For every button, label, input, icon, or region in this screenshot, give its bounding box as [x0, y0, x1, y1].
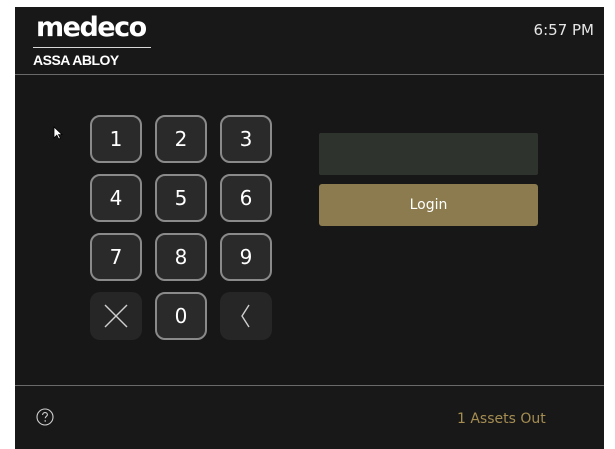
pin-keypad: 1 2 3 4 5 6 7 8 9 0: [90, 115, 280, 345]
medeco-logo: medeco ASSA ABLOY: [33, 11, 163, 71]
mouse-pointer-icon: [53, 126, 63, 140]
key-5[interactable]: 5: [155, 174, 207, 222]
logo-divider: [33, 47, 151, 48]
key-label: 8: [174, 245, 188, 269]
chevron-left-icon: [241, 304, 250, 328]
login-button[interactable]: Login: [319, 184, 538, 226]
key-label: 9: [239, 245, 253, 269]
question-circle-icon[interactable]: [36, 408, 54, 426]
x-icon: [104, 304, 128, 328]
key-label: 7: [109, 245, 123, 269]
key-7[interactable]: 7: [90, 233, 142, 281]
key-label: 1: [109, 127, 123, 151]
logo-wordmark: medeco: [36, 12, 147, 43]
key-9[interactable]: 9: [220, 233, 272, 281]
key-8[interactable]: 8: [155, 233, 207, 281]
key-label: 0: [174, 304, 188, 328]
header-divider: [15, 74, 604, 75]
key-label: 2: [174, 127, 188, 151]
key-1[interactable]: 1: [90, 115, 142, 163]
clock: 6:57 PM: [533, 21, 594, 39]
key-0[interactable]: 0: [155, 292, 207, 340]
key-4[interactable]: 4: [90, 174, 142, 222]
key-6[interactable]: 6: [220, 174, 272, 222]
kiosk-screen: medeco ASSA ABLOY 6:57 PM 1 2 3 4 5 6 7 …: [15, 7, 604, 449]
login-button-label: Login: [409, 197, 448, 213]
clear-button[interactable]: [90, 292, 142, 340]
logo-subtitle: ASSA ABLOY: [33, 52, 119, 68]
key-label: 3: [239, 127, 253, 151]
key-label: 6: [239, 186, 253, 210]
key-label: 5: [174, 186, 188, 210]
header-bar: medeco ASSA ABLOY 6:57 PM: [15, 7, 604, 74]
assets-out-link[interactable]: 1 Assets Out: [457, 411, 546, 427]
key-label: 4: [109, 186, 123, 210]
pin-input[interactable]: [319, 133, 538, 175]
key-3[interactable]: 3: [220, 115, 272, 163]
footer-bar: 1 Assets Out: [15, 386, 604, 449]
backspace-button[interactable]: [220, 292, 272, 340]
key-2[interactable]: 2: [155, 115, 207, 163]
